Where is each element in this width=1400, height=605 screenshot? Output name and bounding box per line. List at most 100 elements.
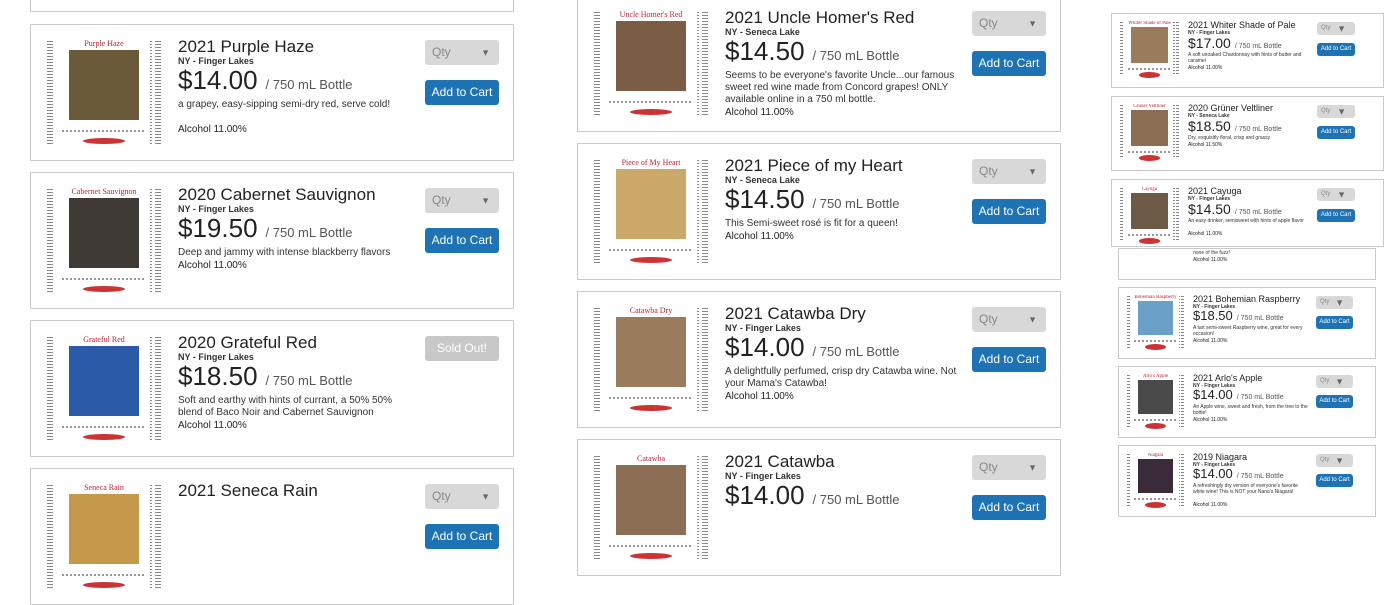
product-title[interactable]: 2021 Cayuga [1188,186,1242,196]
product-description: a grapey, easy-sipping semi-dry red, ser… [178,99,391,110]
product-title[interactable]: 2020 Grüner Veltliner [1188,103,1273,113]
product-price-line: $14.00/ 750 mL Bottle [725,480,900,511]
qty-select[interactable]: Qty ▼ [1317,188,1355,201]
wine-bottle-label-image: Piece of My Heart [592,156,710,268]
label-logo [629,108,673,115]
label-side-text [47,337,54,441]
product-card: Piece of My Heart 2021 Piece of my Heart N… [577,143,1061,280]
product-price: $18.50 [178,361,258,391]
wine-bottle-label-image: Arlo's Apple [1126,373,1185,430]
label-title: Grateful Red [83,335,125,345]
product-alcohol: Alcohol 11.00% [178,124,247,135]
product-title[interactable]: 2021 Catawba Dry [725,304,866,324]
product-title[interactable]: 2021 Seneca Rain [178,481,318,501]
label-logo [82,433,126,440]
qty-select[interactable]: Qty ▼ [1317,105,1355,118]
chevron-down-icon: ▼ [1028,166,1037,176]
product-title[interactable]: 2021 Purple Haze [178,37,314,57]
chevron-down-icon: ▼ [481,195,490,205]
add-to-cart-button[interactable]: Add to Cart [1317,126,1355,139]
add-to-cart-button[interactable]: Add to Cart [972,495,1046,520]
qty-select[interactable]: Qty ▼ [425,40,499,65]
qty-select[interactable]: Qty ▼ [972,159,1046,184]
label-artwork [68,346,140,416]
add-to-cart-button[interactable]: Add to Cart [425,228,499,253]
product-card: Grateful Red 2020 Grateful Red NY - Finger… [30,320,514,457]
label-side-text [1173,105,1175,159]
add-to-cart-button[interactable]: Add to Cart [972,199,1046,224]
price-unit: / 750 mL Bottle [265,225,353,240]
chevron-down-icon: ▼ [481,491,490,501]
add-to-cart-button[interactable]: Add to Cart [1317,209,1355,222]
qty-select[interactable]: Qty ▼ [972,455,1046,480]
qty-select[interactable]: Qty ▼ [425,188,499,213]
qty-placeholder: Qty [979,164,998,178]
price-unit: / 750 mL Bottle [1236,473,1284,480]
product-alcohol: Alcohol 11.00% [178,420,247,431]
product-title[interactable]: 2021 Piece of my Heart [725,156,903,176]
add-to-cart-button[interactable]: Add to Cart [1316,316,1353,329]
label-title: Piece of My Heart [621,158,681,168]
qty-select[interactable]: Qty ▼ [1316,375,1353,388]
qty-placeholder: Qty [432,193,451,207]
label-title: Purple Haze [84,39,124,49]
add-to-cart-button[interactable]: Add to Cart [972,347,1046,372]
qty-select[interactable]: Qty ▼ [972,307,1046,332]
product-price: $14.00 [725,332,805,362]
wine-bottle-label-image: Catawba [592,452,710,564]
chevron-down-icon: ▼ [1337,23,1346,33]
qty-placeholder: Qty [1321,191,1331,197]
qty-select[interactable]: Qty ▼ [1317,22,1355,35]
wine-bottle-label-image: Whiter Shade of Pale [1119,20,1180,79]
product-card: Seneca Rain 2021 Seneca Rain Qty ▼ Add to Ca… [30,468,514,605]
label-artwork [68,198,140,268]
product-title[interactable]: 2020 Grateful Red [178,333,317,353]
product-title[interactable]: 2019 Niagara [1193,452,1247,462]
product-title[interactable]: 2021 Bohemian Raspberry [1193,294,1300,304]
product-alcohol: Alcohol 11.00% [1193,257,1228,263]
product-price-line: $19.50 / 750 mL Bottle [178,213,353,244]
qty-select[interactable]: Qty ▼ [972,11,1046,36]
product-title[interactable]: 2021 Whiter Shade of Pale [1188,20,1296,30]
label-side-text [701,308,708,412]
product-title[interactable]: 2021 Arlo's Apple [1193,373,1262,383]
price-unit: / 750 mL Bottle [1236,315,1284,322]
product-card: Catawba Dry 2021 Catawba Dry NY - Finger L… [577,291,1061,428]
label-side-text [1173,188,1175,242]
add-to-cart-button[interactable]: Add to Cart [1317,43,1355,56]
add-to-cart-button[interactable]: Add to Cart [425,524,499,549]
sold-out-button: Sold Out! [425,336,499,361]
product-price: $14.50 [725,36,805,66]
add-to-cart-button[interactable]: Add to Cart [1316,395,1353,408]
product-card: none of the fuzz! Alcohol 11.00% [1118,248,1376,280]
label-footer-text [608,100,694,103]
label-footer-text [1134,419,1177,422]
label-title: Arlo's Apple [1142,374,1169,380]
add-to-cart-button[interactable]: Add to Cart [425,80,499,105]
add-to-cart-button[interactable]: Add to Cart [1316,474,1353,487]
add-to-cart-button[interactable]: Add to Cart [972,51,1046,76]
qty-placeholder: Qty [979,312,998,326]
product-card: Purple Haze 2021 Purple Haze NY - Finger L… [30,24,514,161]
product-card: Cayuga 2021 Cayuga NY - Finger Lakes $14.50… [1111,179,1384,247]
product-card: Niagara 2019 Niagara NY - Finger Lakes $14.… [1118,445,1376,517]
label-artwork [68,50,140,120]
product-price-line: $14.00/ 750 mL Bottle [1193,466,1284,481]
label-side-text [697,160,700,264]
qty-select[interactable]: Qty ▼ [1316,296,1353,309]
label-side-text [154,485,161,589]
label-logo [629,256,673,263]
label-logo [629,552,673,559]
product-alcohol: Alcohol 11.00% [725,231,794,242]
product-description: Soft and earthy with hints of currant, a… [178,395,393,418]
product-card: Arlo's Apple 2021 Arlo's Apple NY - Finger… [1118,366,1376,438]
product-title[interactable]: 2021 Catawba [725,452,835,472]
product-title[interactable]: 2020 Cabernet Sauvignon [178,185,376,205]
product-title[interactable]: 2021 Uncle Homer's Red [725,8,914,28]
product-price-line: $14.00/ 750 mL Bottle [1193,387,1284,402]
chevron-down-icon: ▼ [481,47,490,57]
qty-select[interactable]: Qty ▼ [1316,454,1353,467]
label-artwork [615,317,687,387]
label-side-text [594,12,601,116]
qty-select[interactable]: Qty ▼ [425,484,499,509]
